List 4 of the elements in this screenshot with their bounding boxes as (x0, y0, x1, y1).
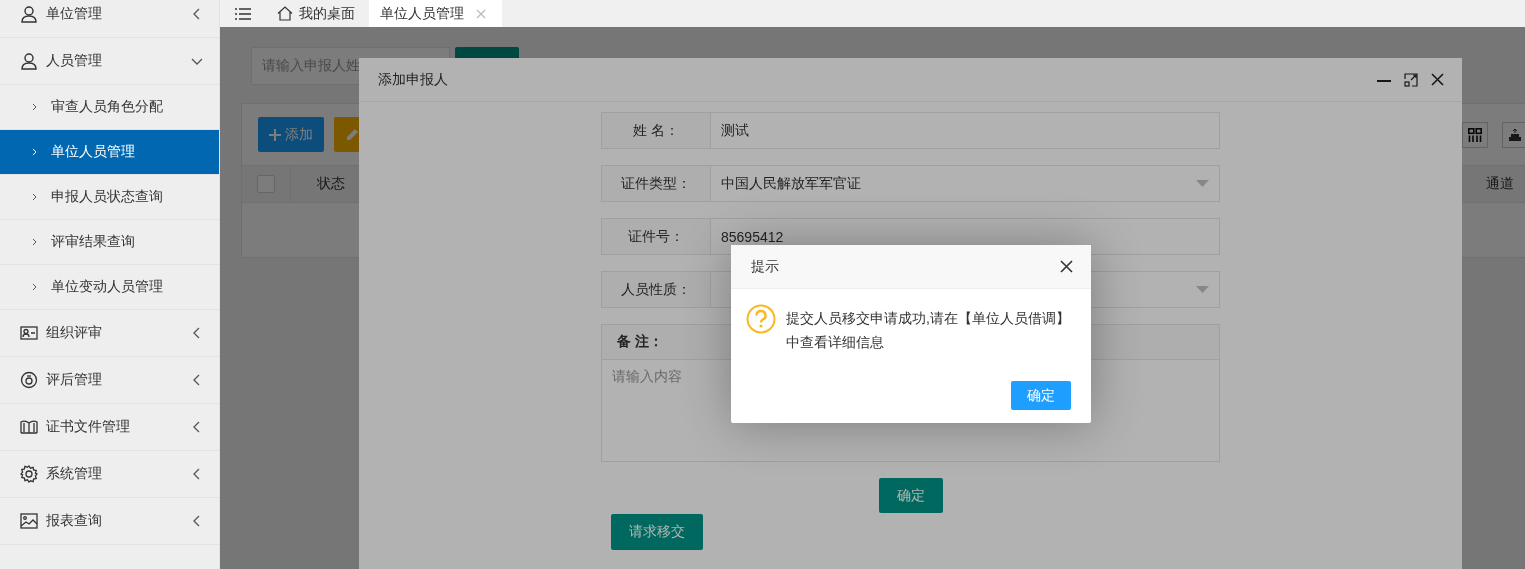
field-label: 人员性质： (602, 272, 711, 307)
column-header: 状态 (316, 175, 346, 193)
column-header: 通道 (1486, 175, 1515, 193)
dialog-title: 提示 (751, 257, 780, 276)
